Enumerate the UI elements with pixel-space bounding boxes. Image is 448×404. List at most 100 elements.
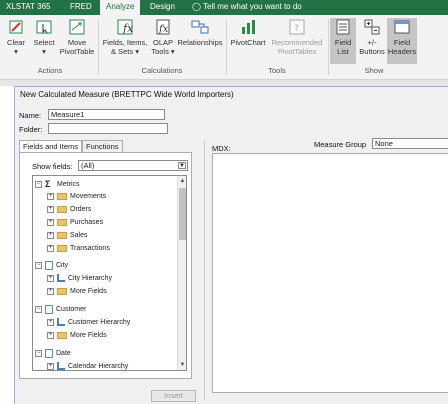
expand-icon[interactable]: + [47, 318, 54, 326]
olap-icon: fx [154, 18, 172, 36]
tree-item-label: City Hierarchy [68, 275, 112, 282]
collapse-icon[interactable]: − [35, 261, 42, 269]
ribbon-separator [328, 19, 329, 75]
folder-icon [57, 192, 67, 200]
ribbon-tab-strip: XLSTAT 365 FRED Analyze Design ◯ Tell me… [0, 0, 448, 15]
show-fields-label: Show fields: [32, 162, 73, 171]
ribbon: Clear ▾ Select ▾ Move PivotTable Actions… [0, 15, 448, 80]
expand-icon[interactable]: + [47, 244, 54, 252]
olap-tools-button[interactable]: fx OLAP Tools ▾ [150, 18, 176, 56]
tree-item-label: Purchases [70, 219, 104, 226]
measure-group-value: None [375, 139, 393, 148]
table-icon [45, 348, 53, 358]
field-headers-icon [393, 18, 411, 36]
folder-input[interactable] [48, 123, 168, 134]
tree-item[interactable]: + Transactions [47, 243, 110, 255]
tree-item-label: City [56, 262, 69, 269]
tab-fred[interactable]: FRED [70, 0, 92, 15]
ribbon-separator [226, 19, 227, 75]
tree-item-label: Orders [70, 206, 92, 213]
folder-icon [57, 231, 67, 239]
scroll-thumb[interactable] [179, 188, 186, 240]
chevron-down-icon[interactable]: ▼ [178, 162, 186, 169]
group-actions: Actions [37, 66, 63, 75]
fields-items-sets-button[interactable]: fx Fields, Items, & Sets ▾ [101, 18, 149, 56]
group-show: Show [364, 66, 384, 75]
tree-item[interactable]: + Orders [47, 204, 91, 216]
group-tools: Tools [268, 66, 286, 75]
move-pivottable-button[interactable]: Move PivotTable [58, 18, 96, 56]
tree-item[interactable]: − Customer [35, 304, 86, 316]
relationships-button[interactable]: Relationships [177, 18, 223, 47]
sigma-icon: Σ [45, 179, 51, 189]
clear-button[interactable]: Clear ▾ [4, 18, 28, 56]
new-calculated-measure-dialog: New Calculated Measure (BRETTPC Wide Wor… [14, 86, 448, 404]
select-button[interactable]: Select ▾ [32, 18, 56, 56]
field-list-icon [334, 18, 352, 36]
show-fields-select[interactable]: (All) ▼ [78, 160, 188, 171]
tree-item[interactable]: + Movements [47, 191, 106, 203]
tree-item[interactable]: + City Hierarchy [47, 273, 112, 285]
expand-icon[interactable]: + [47, 231, 54, 239]
tree-item-label: More Fields [70, 288, 107, 295]
tree-item[interactable]: − Σ Metrics [35, 178, 80, 190]
name-input[interactable]: Measure1 [48, 109, 165, 120]
svg-text:?: ? [294, 24, 299, 34]
expand-icon[interactable]: + [47, 218, 54, 226]
svg-text:fx: fx [158, 24, 169, 35]
tree-item[interactable]: + Sales [47, 230, 88, 242]
tell-me-label: Tell me what you want to do [203, 2, 302, 11]
tree-item-label: Calendar Hierarchy [68, 363, 129, 370]
measure-group-label: Measure Group [314, 140, 367, 149]
tree-item-label: Customer [56, 306, 87, 313]
recommended-pivottables-button[interactable]: ? Recommended PivotTables [268, 18, 326, 56]
collapse-icon[interactable]: − [35, 305, 42, 313]
tree-item[interactable]: + More Fields [47, 330, 107, 342]
tab-xlstat[interactable]: XLSTAT 365 [6, 0, 50, 15]
expand-icon[interactable]: + [47, 205, 54, 213]
tab-functions[interactable]: Functions [82, 140, 123, 152]
select-icon [35, 18, 53, 36]
scroll-down-icon[interactable]: ▼ [179, 361, 186, 369]
tree-item[interactable]: + Calendar Hierarchy [47, 361, 129, 370]
folder-icon [57, 205, 67, 213]
panel-divider [204, 140, 205, 400]
field-headers-button[interactable]: Field Headers [387, 18, 417, 64]
tree-item[interactable]: + More Fields [47, 286, 107, 298]
fields-tree[interactable]: − Σ Metrics + Movements + Orders + Purchases + Sal… [32, 175, 187, 371]
move-table-icon [68, 18, 86, 36]
tree-item[interactable]: − City [35, 260, 68, 272]
collapse-icon[interactable]: − [35, 180, 42, 188]
tell-me-search[interactable]: ◯ Tell me what you want to do [192, 0, 302, 15]
tab-analyze[interactable]: Analyze [100, 0, 141, 15]
expand-icon[interactable]: + [47, 274, 54, 282]
pivotchart-button[interactable]: PivotChart [229, 18, 267, 47]
expand-icon[interactable]: + [47, 362, 54, 370]
tree-item[interactable]: + Customer Hierarchy [47, 317, 130, 329]
ribbon-separator [98, 19, 99, 75]
measure-group-select[interactable]: None [372, 138, 448, 149]
plus-minus-buttons-button[interactable]: +/- Buttons [358, 18, 386, 56]
tree-item[interactable]: + Purchases [47, 217, 103, 229]
expand-icon[interactable]: + [47, 331, 54, 339]
tree-scrollbar[interactable]: ▲ ▼ [177, 176, 186, 370]
mdx-editor[interactable] [212, 153, 448, 393]
field-list-button[interactable]: Field List [330, 18, 356, 64]
insert-button[interactable]: Insert [151, 390, 196, 402]
scroll-up-icon[interactable]: ▲ [179, 177, 186, 185]
expand-icon[interactable]: + [47, 287, 54, 295]
tree-item-label: Movements [70, 193, 107, 200]
tree-item[interactable]: − Date [35, 348, 71, 360]
tree-item-label: Date [56, 350, 71, 357]
tree-item-label: Sales [70, 232, 88, 239]
fields-items-icon: fx [116, 18, 134, 36]
expand-icon[interactable]: + [47, 192, 54, 200]
hierarchy-icon [57, 274, 65, 283]
group-calculations: Calculations [141, 66, 183, 75]
show-fields-value: (All) [81, 161, 95, 170]
table-icon [45, 304, 53, 314]
tab-design[interactable]: Design [150, 0, 175, 15]
folder-icon [57, 244, 67, 252]
collapse-icon[interactable]: − [35, 349, 42, 357]
hierarchy-icon [57, 318, 65, 327]
